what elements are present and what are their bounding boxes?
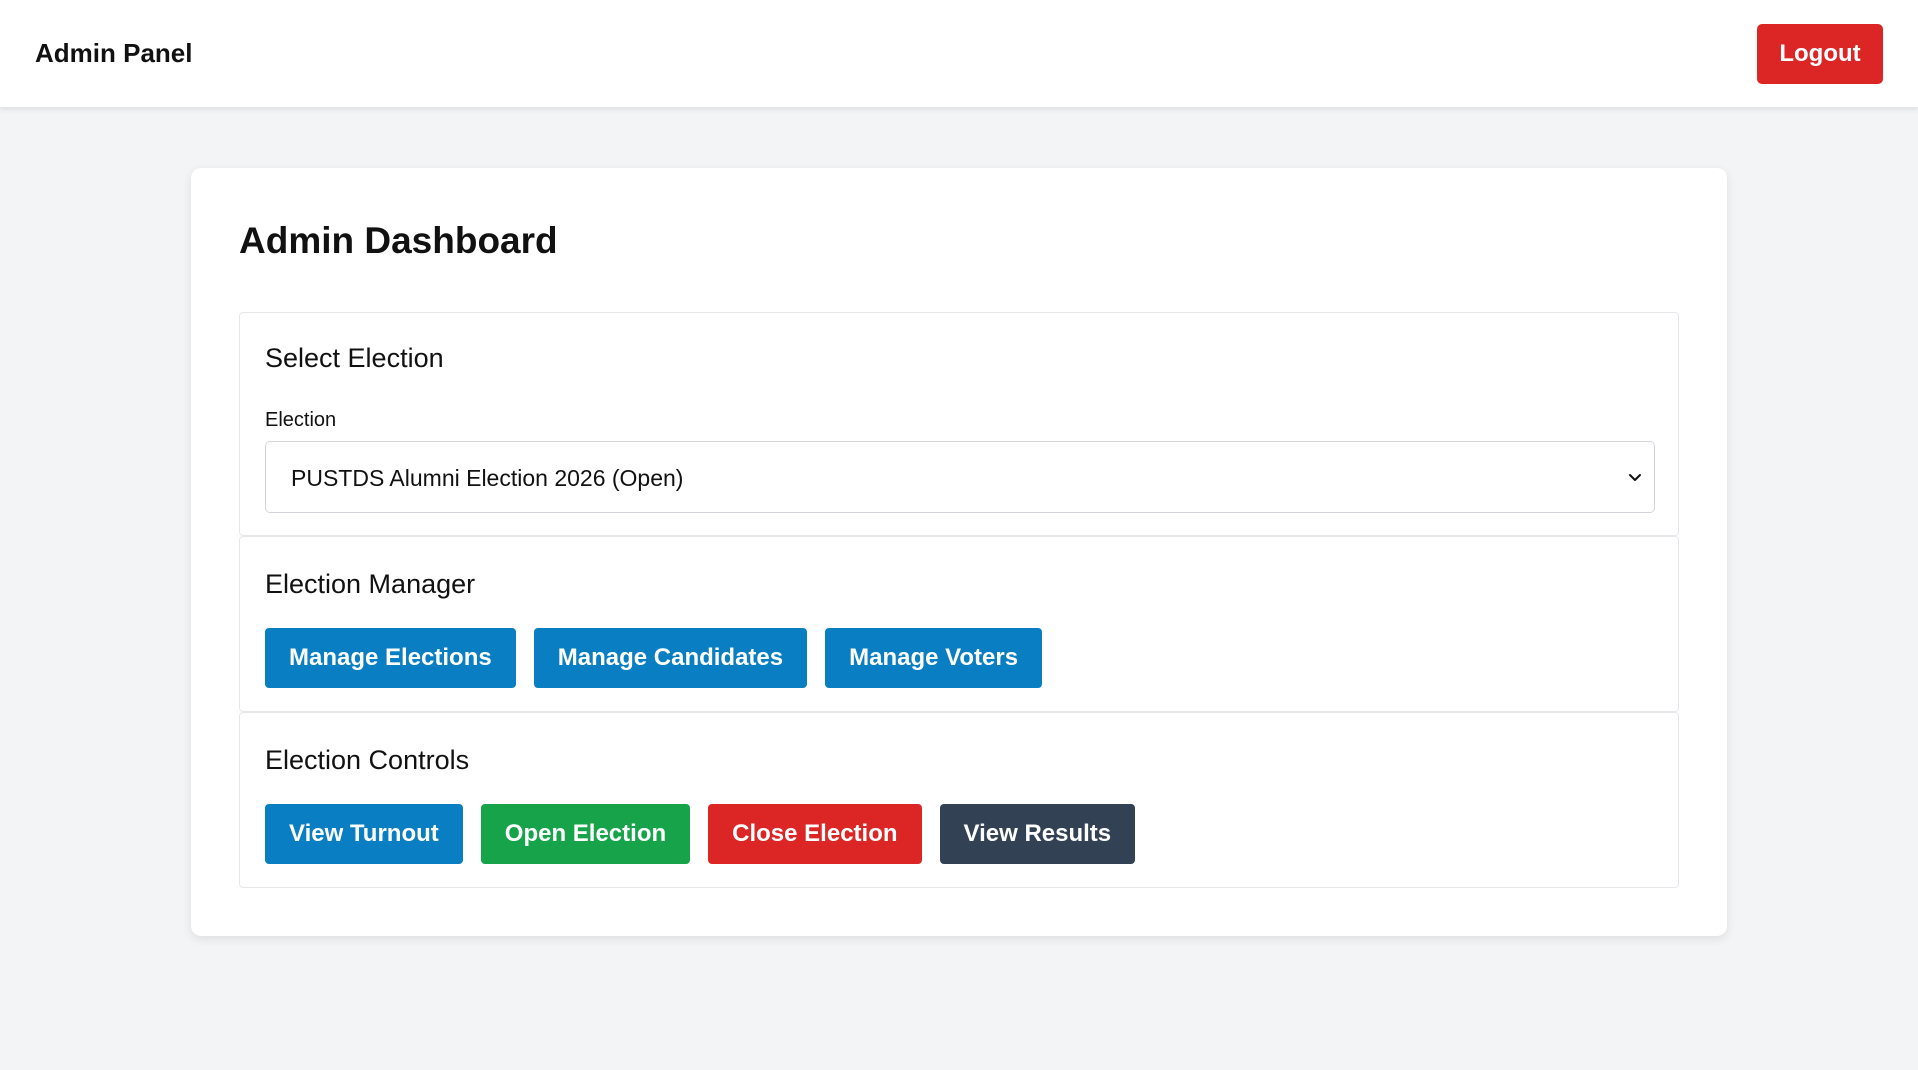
top-navbar: Admin Panel Logout	[0, 0, 1918, 108]
election-field-label: Election	[265, 409, 337, 431]
election-manager-buttons: Manage Elections Manage Candidates Manag…	[265, 628, 1043, 688]
manage-voters-button[interactable]: Manage Voters	[825, 628, 1043, 688]
election-controls-section: Election Controls View Turnout Open Elec…	[239, 712, 1679, 888]
election-controls-heading: Election Controls	[265, 745, 470, 775]
open-election-button[interactable]: Open Election	[480, 804, 691, 864]
election-manager-heading: Election Manager	[265, 569, 476, 599]
election-manager-section: Election Manager Manage Elections Manage…	[239, 536, 1679, 712]
close-election-button[interactable]: Close Election	[708, 804, 922, 864]
manage-candidates-button[interactable]: Manage Candidates	[533, 628, 808, 688]
page-title: Admin Dashboard	[239, 220, 558, 261]
election-controls-buttons: View Turnout Open Election Close Electio…	[265, 804, 1136, 864]
manage-elections-button[interactable]: Manage Elections	[265, 628, 516, 688]
app-title: Admin Panel	[35, 38, 193, 68]
election-select[interactable]: PUSTDS Alumni Election 2026 (Open)	[265, 441, 1655, 513]
election-select-value: PUSTDS Alumni Election 2026 (Open)	[291, 465, 684, 491]
select-election-section: Select Election Election PUSTDS Alumni E…	[239, 312, 1679, 536]
select-election-heading: Select Election	[265, 343, 444, 373]
view-turnout-button[interactable]: View Turnout	[265, 804, 463, 864]
view-results-button[interactable]: View Results	[939, 804, 1136, 864]
logout-button[interactable]: Logout	[1757, 24, 1883, 84]
chevron-down-icon	[1629, 474, 1641, 481]
dashboard-card: Admin Dashboard Select Election Election…	[191, 168, 1727, 936]
